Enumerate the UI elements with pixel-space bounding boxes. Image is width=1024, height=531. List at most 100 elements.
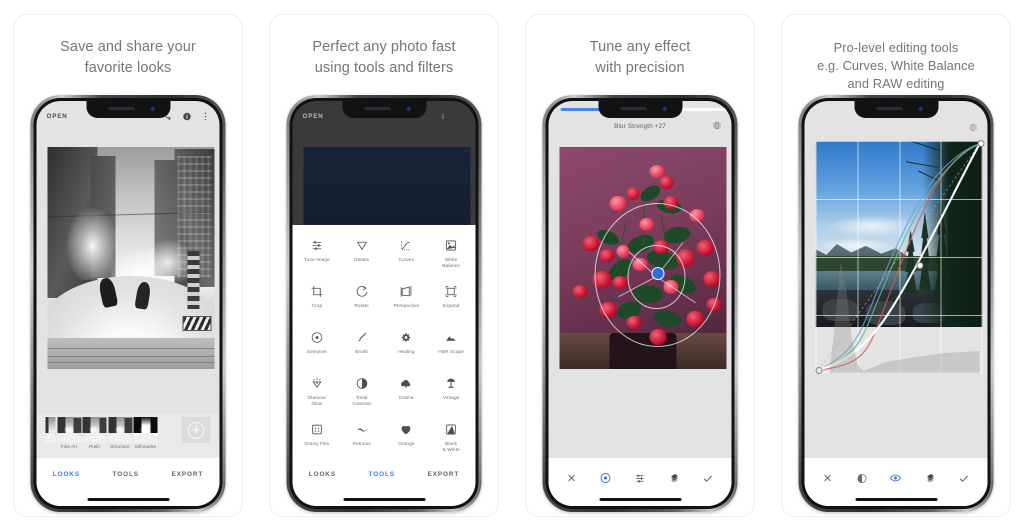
caption-line-1: Save and share your [60,39,196,55]
tool-expand[interactable]: Expand [429,278,474,323]
info-icon[interactable] [439,112,448,121]
perspective-icon [400,283,413,300]
screenshot-card-1: Save and share your favorite looks OPEN [13,14,243,517]
preset-thumbnail[interactable] [57,417,81,443]
tool-grainy-film[interactable]: Grainy Film [295,416,340,461]
info-icon[interactable] [183,112,192,121]
retrolux-icon [355,421,368,438]
tool-crop[interactable]: Crop [295,278,340,323]
tool-hdr-scape[interactable]: HDR Scape [429,324,474,369]
tab-export[interactable]: EXPORT [172,471,204,478]
stack-layers-icon[interactable] [665,469,683,487]
curve-point[interactable] [977,140,985,147]
overflow-menu-icon[interactable] [458,112,466,121]
hdr-mountain-icon [445,329,458,346]
tool-label: Glamour Glow [307,395,327,407]
compare-icon[interactable] [713,117,722,135]
tool-healing[interactable]: Healing [384,324,429,369]
tool-tonal-contrast[interactable]: Tonal Contrast [339,370,384,415]
tool-vintage[interactable]: Vintage [429,370,474,415]
curves-plot [818,143,981,373]
tab-tools[interactable]: TOOLS [369,471,395,478]
card-caption-1: Save and share your favorite looks [14,37,242,79]
tool-curves[interactable]: Curves [384,232,429,277]
tool-rotate[interactable]: Rotate [339,278,384,323]
tool-selective[interactable]: Selective [295,324,340,369]
tab-looks[interactable]: LOOKS [309,471,336,478]
curve-point[interactable] [916,262,924,269]
phone-notch [854,101,938,118]
black-and-white-icon [445,421,458,438]
effect-title: Blur Strength +27 [614,122,666,130]
tonal-contrast-icon [355,375,368,392]
expand-icon [445,283,458,300]
screenshot-card-4: Pro-level editing tools e.g. Curves, Whi… [781,14,1011,517]
curves-editor[interactable] [815,140,985,374]
edited-photo-3[interactable] [559,147,727,369]
close-icon[interactable] [819,469,837,487]
check-icon[interactable] [955,469,973,487]
preset-label: Fine Art [60,444,78,449]
half-circle-icon[interactable] [853,469,871,487]
tool-label: Black & White [442,441,460,453]
open-button-2[interactable]: OPEN [303,113,324,120]
tool-label: Drama [399,395,414,400]
tool-retrolux[interactable]: Retrolux [339,416,384,461]
home-indicator [87,497,169,501]
curve-point[interactable] [815,367,823,374]
preset-thumbnail[interactable] [133,417,158,443]
tool-label: Selective [306,349,327,354]
tab-tools[interactable]: TOOLS [113,471,139,478]
stack-layers-icon[interactable] [921,469,939,487]
tab-export[interactable]: EXPORT [428,471,460,478]
tool-perspective[interactable]: Perspective [384,278,429,323]
preset-thumbnail[interactable] [108,417,132,443]
tool-black-and-white[interactable]: Black & White [429,416,474,461]
selective-edit-point[interactable] [651,266,665,280]
caption-line-2: e.g. Curves, White Balance [817,58,975,74]
filter-preset-strip[interactable]: Fine Art Push Structure Silhouette [36,414,220,458]
card-caption-3: Tune any effect with precision [526,37,754,79]
phone-mockup-2: OPEN Tune Image Details Curves White Bal… [286,95,482,512]
compare-icon[interactable] [969,119,978,137]
tool-details[interactable]: Details [339,232,384,277]
phone-screen-1: OPEN Fine Art Push Structure Silhouette … [36,101,220,506]
close-icon[interactable] [563,469,581,487]
caption-line-3: and RAW editing [847,76,945,92]
selective-target-icon[interactable] [597,469,615,487]
tune-sliders-icon[interactable] [631,469,649,487]
tool-label: Vintage [442,395,460,400]
preset-label: Structure [110,444,130,449]
tool-tune-image[interactable]: Tune Image [295,232,340,277]
edited-photo-1[interactable] [47,147,215,369]
home-indicator [343,497,425,501]
card-caption-2: Perfect any photo fast using tools and f… [270,37,498,79]
phone-screen-3: Blur Strength +27 [548,101,732,506]
drama-cloud-icon [400,375,413,392]
phone-mockup-1: OPEN Fine Art Push Structure Silhouette … [30,95,226,512]
card-caption-4: Pro-level editing tools e.g. Curves, Whi… [782,39,1010,93]
tool-label: Expand [442,303,460,308]
tool-label: Tonal Contrast [352,395,371,407]
open-button-1[interactable]: OPEN [47,113,68,120]
tool-label: Curves [398,257,415,262]
tool-label: Grunge [398,441,415,446]
tool-brush[interactable]: Brush [339,324,384,369]
crop-icon [310,283,323,300]
overflow-menu-icon[interactable] [202,112,210,121]
grainy-film-icon [310,421,323,438]
preset-thumbnail[interactable] [45,417,56,443]
preset-thumbnail[interactable] [82,417,107,443]
tool-drama[interactable]: Drama [384,370,429,415]
add-preset-icon[interactable] [181,417,211,443]
tab-looks[interactable]: LOOKS [53,471,80,478]
phone-screen-2: OPEN Tune Image Details Curves White Bal… [292,101,476,506]
eye-icon[interactable] [887,469,905,487]
tool-grunge[interactable]: Grunge [384,416,429,461]
effect-header-bar: Blur Strength +27 [549,115,732,137]
tool-glamour-glow[interactable]: Glamour Glow [295,370,340,415]
check-icon[interactable] [699,469,717,487]
tool-label: Healing [398,349,415,354]
tool-white-balance[interactable]: White Balance [429,232,474,277]
white-balance-icon [445,237,458,254]
